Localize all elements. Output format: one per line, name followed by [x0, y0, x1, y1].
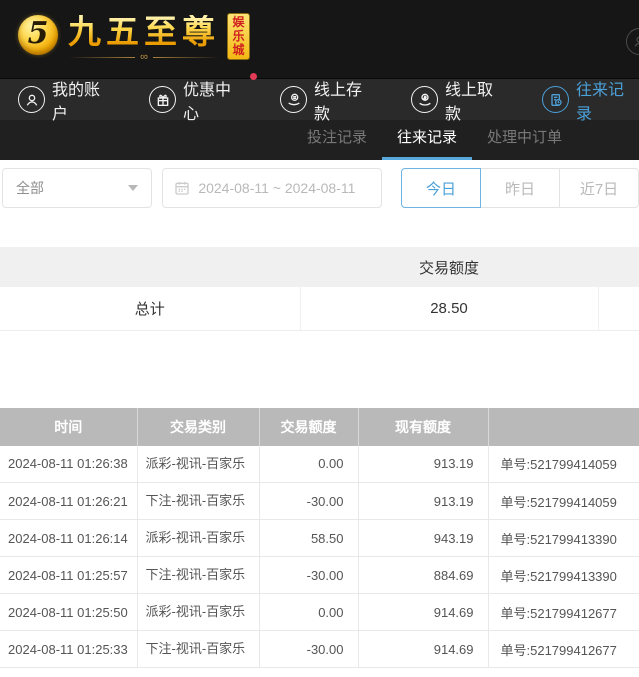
cell-time: 2024-08-11 01:26:14: [0, 520, 137, 557]
nav-label: 我的账户: [52, 76, 115, 124]
record-tabs: 投注记录 往来记录 处理中订单: [0, 120, 639, 160]
brand-badge: 娱 乐 城: [227, 13, 250, 60]
user-icon: [18, 86, 45, 113]
today-button[interactable]: 今日: [401, 168, 481, 208]
transactions-table: 时间 交易类别 交易额度 现有额度 2024-08-11 01:26:38 派彩…: [0, 408, 639, 669]
flourish-glyph: ∞: [135, 52, 153, 63]
nav-item-deposit[interactable]: 线上存款: [280, 76, 377, 124]
brand-title: 九五至尊: [68, 15, 220, 48]
main-nav: 我的账户 优惠中心 线上存款 线上取款: [0, 78, 639, 120]
cell-time: 2024-08-11 01:25:33: [0, 631, 137, 668]
filter-bar: 全部 2024-08-11 ~ 2024-08-11 今日 昨日 近7日: [0, 160, 639, 220]
col-header-time: 时间: [0, 408, 137, 446]
nav-item-my-account[interactable]: 我的账户: [18, 76, 115, 124]
col-header-amount: 交易额度: [259, 408, 358, 446]
summary-total-label: 总计: [0, 287, 300, 330]
nav-item-transaction-records[interactable]: 往来记录: [542, 76, 639, 124]
brand-logo[interactable]: 5: [18, 15, 58, 55]
cell-time: 2024-08-11 01:25:57: [0, 557, 137, 594]
cell-balance: 914.69: [358, 594, 488, 631]
cell-balance: 913.19: [358, 483, 488, 520]
category-select[interactable]: 全部: [2, 168, 152, 208]
summary-header-amount: 交易额度: [300, 247, 598, 287]
summary-header-row: 交易额度: [0, 247, 639, 287]
cell-balance: 913.19: [358, 446, 488, 483]
withdraw-icon: [411, 86, 438, 113]
transactions-header-row: 时间 交易类别 交易额度 现有额度: [0, 408, 639, 446]
table-row: 2024-08-11 01:25:33 下注-视讯-百家乐 -30.00 914…: [0, 631, 639, 668]
cell-order: 单号:521799413390: [488, 520, 639, 557]
table-row: 2024-08-11 01:25:57 下注-视讯-百家乐 -30.00 884…: [0, 557, 639, 594]
table-row: 2024-08-11 01:25:50 派彩-视讯-百家乐 0.00 914.6…: [0, 594, 639, 631]
cell-time: 2024-08-11 01:26:38: [0, 446, 137, 483]
customer-service-icon[interactable]: [626, 28, 639, 55]
calendar-icon: [174, 180, 190, 196]
cell-order: 单号:521799412677: [488, 631, 639, 668]
cell-order: 单号:521799412677: [488, 594, 639, 631]
cell-balance: 884.69: [358, 557, 488, 594]
cell-amount: 0.00: [259, 446, 358, 483]
cell-type: 下注-视讯-百家乐: [137, 631, 259, 668]
cell-amount: -30.00: [259, 557, 358, 594]
records-icon: [542, 86, 569, 113]
cell-balance: 914.69: [358, 631, 488, 668]
col-header-balance: 现有额度: [358, 408, 488, 446]
table-row: 2024-08-11 01:26:14 派彩-视讯-百家乐 58.50 943.…: [0, 520, 639, 557]
cell-order: 单号:521799413390: [488, 557, 639, 594]
notification-dot: [250, 73, 257, 80]
tab-pending-orders[interactable]: 处理中订单: [472, 120, 577, 160]
cell-amount: -30.00: [259, 483, 358, 520]
brand-header: 5 九五至尊 ∞ 娱 乐 城: [0, 0, 639, 78]
summary-total-row: 总计 28.50: [0, 287, 639, 330]
deposit-icon: [280, 86, 307, 113]
chevron-down-icon: [128, 185, 138, 191]
col-header-order: [488, 408, 639, 446]
cell-balance: 943.19: [358, 520, 488, 557]
badge-char: 娱: [232, 15, 244, 29]
tab-betting-records[interactable]: 投注记录: [292, 120, 382, 160]
category-select-value: 全部: [16, 178, 44, 198]
nav-label: 线上存款: [314, 76, 377, 124]
brand-logo-glyph: 5: [28, 19, 49, 49]
cell-amount: 0.00: [259, 594, 358, 631]
cell-amount: -30.00: [259, 631, 358, 668]
cell-order: 单号:521799414059: [488, 446, 639, 483]
summary-table: 交易额度 总计 28.50: [0, 247, 639, 331]
summary-total-value: 28.50: [300, 287, 598, 330]
brand-flourish: ∞: [68, 52, 220, 64]
tab-transaction-records[interactable]: 往来记录: [382, 120, 472, 160]
summary-header-empty: [0, 247, 300, 287]
cell-type: 派彩-视讯-百家乐: [137, 520, 259, 557]
nav-item-promotions[interactable]: 优惠中心: [149, 76, 246, 124]
badge-char: 乐: [232, 29, 244, 43]
cell-time: 2024-08-11 01:25:50: [0, 594, 137, 631]
last7days-button[interactable]: 近7日: [559, 168, 639, 208]
cell-type: 下注-视讯-百家乐: [137, 557, 259, 594]
date-range-value: 2024-08-11 ~ 2024-08-11: [198, 180, 355, 196]
cell-type: 派彩-视讯-百家乐: [137, 594, 259, 631]
yesterday-button[interactable]: 昨日: [480, 168, 560, 208]
cell-order: 单号:521799414059: [488, 483, 639, 520]
gift-icon: [149, 86, 176, 113]
nav-label: 往来记录: [576, 76, 639, 124]
table-row: 2024-08-11 01:26:38 派彩-视讯-百家乐 0.00 913.1…: [0, 446, 639, 483]
col-header-type: 交易类别: [137, 408, 259, 446]
nav-label: 优惠中心: [183, 76, 246, 124]
quick-date-buttons: 今日 昨日 近7日: [401, 168, 639, 220]
date-range-input[interactable]: 2024-08-11 ~ 2024-08-11: [162, 168, 382, 208]
cell-amount: 58.50: [259, 520, 358, 557]
table-row: 2024-08-11 01:26:21 下注-视讯-百家乐 -30.00 913…: [0, 483, 639, 520]
nav-label: 线上取款: [445, 76, 508, 124]
cell-time: 2024-08-11 01:26:21: [0, 483, 137, 520]
transactions-body: 2024-08-11 01:26:38 派彩-视讯-百家乐 0.00 913.1…: [0, 446, 639, 668]
cell-type: 下注-视讯-百家乐: [137, 483, 259, 520]
badge-char: 城: [232, 43, 244, 57]
nav-item-withdraw[interactable]: 线上取款: [411, 76, 508, 124]
brand-block: 九五至尊 ∞: [68, 15, 220, 64]
cell-type: 派彩-视讯-百家乐: [137, 446, 259, 483]
